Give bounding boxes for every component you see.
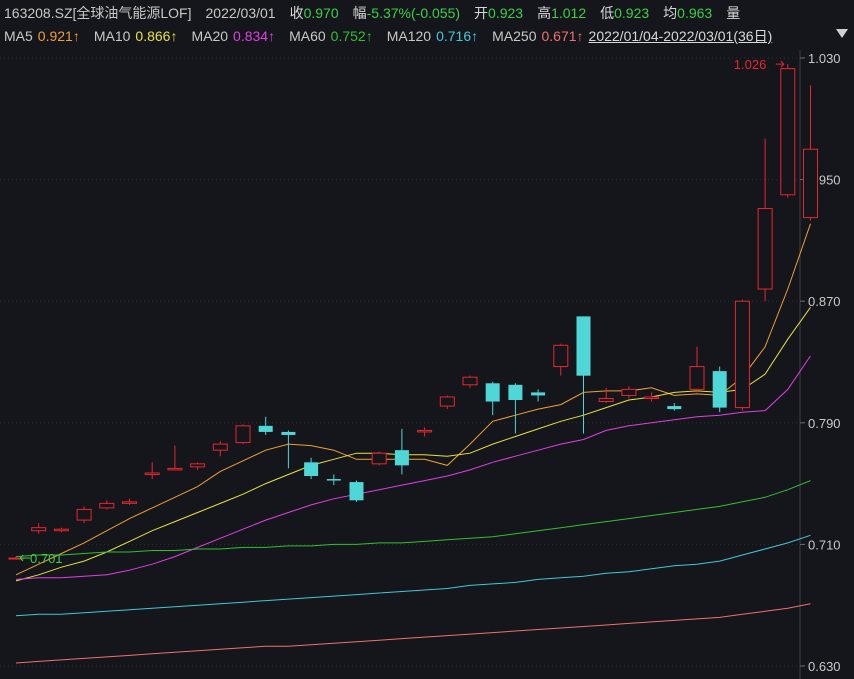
- y-tick-label: 0.870: [808, 294, 841, 309]
- candle: [258, 416, 273, 435]
- candle-body: [235, 425, 251, 444]
- candle: [281, 430, 296, 469]
- candle-body: [508, 384, 523, 400]
- candle-body: [349, 482, 364, 501]
- candle-body: [417, 429, 433, 433]
- ma120-line: [15, 534, 811, 617]
- candle-body: [531, 392, 546, 396]
- candle: [734, 299, 750, 411]
- candle: [780, 64, 796, 198]
- candle-body: [757, 207, 773, 290]
- candle-body: [53, 528, 69, 532]
- candle: [598, 387, 614, 404]
- candle: [212, 441, 228, 457]
- ma60-line: [15, 480, 811, 558]
- candle: [553, 343, 569, 376]
- candle-body: [803, 148, 818, 219]
- candle: [576, 316, 591, 434]
- max-price-label: 1.026: [734, 57, 767, 72]
- ma250-line: [15, 603, 811, 664]
- candle-body: [212, 443, 228, 451]
- y-tick-label: 0.630: [808, 659, 841, 674]
- candle: [349, 480, 364, 502]
- candle-body: [304, 462, 319, 476]
- candle-body: [644, 396, 660, 399]
- candle: [235, 424, 251, 445]
- candlestick-chart: 0.6300.7100.7900.8700.9501.0301.0260.701: [0, 50, 841, 679]
- candle-body: [485, 383, 500, 402]
- candle-body: [553, 344, 569, 368]
- candle-body: [190, 463, 206, 468]
- y-tick-label: 1.030: [808, 51, 841, 66]
- candle-body: [371, 452, 387, 465]
- candle: [689, 346, 705, 393]
- candle: [757, 138, 773, 302]
- candle-body: [99, 502, 115, 509]
- candle: [621, 386, 637, 399]
- candle: [99, 500, 115, 510]
- candle-body: [689, 366, 705, 390]
- candle: [394, 428, 409, 475]
- y-tick-label: 0.710: [808, 537, 841, 552]
- candle-body: [598, 397, 614, 403]
- candle-body: [122, 501, 137, 504]
- candle-body: [621, 388, 637, 396]
- candle-body: [326, 479, 341, 481]
- candle: [76, 506, 92, 524]
- candle: [712, 366, 727, 413]
- ma10-line: [15, 307, 811, 582]
- candle: [31, 523, 47, 534]
- candle: [485, 381, 500, 416]
- candle-body: [734, 300, 750, 409]
- candle: [144, 462, 160, 480]
- candle-body: [258, 425, 273, 432]
- candle-body: [780, 68, 796, 196]
- candle-body: [439, 396, 455, 407]
- candle: [667, 403, 682, 411]
- min-price-label: 0.701: [30, 551, 63, 566]
- candle: [53, 527, 69, 533]
- ma5-line: [15, 223, 811, 576]
- candle-body: [31, 527, 47, 532]
- candle-body: [576, 316, 591, 376]
- candle: [190, 462, 206, 470]
- candle: [304, 457, 319, 480]
- candle: [371, 451, 387, 466]
- candle-body: [281, 431, 296, 435]
- candle: [803, 85, 818, 221]
- candle-body: [394, 450, 409, 466]
- candle: [326, 474, 341, 486]
- candle: [439, 395, 455, 410]
- candle: [508, 383, 523, 434]
- candle-body: [144, 472, 160, 475]
- candle: [167, 445, 183, 471]
- candle-body: [712, 371, 727, 408]
- candle-body: [76, 508, 92, 521]
- candle-body: [667, 406, 682, 410]
- candle: [531, 389, 546, 402]
- candle-body: [462, 376, 478, 386]
- candle: [462, 375, 478, 388]
- candle-body: [167, 467, 183, 471]
- candle: [122, 498, 137, 505]
- candle: [417, 427, 433, 437]
- candle: [644, 392, 660, 402]
- y-tick-label: 0.790: [808, 416, 841, 431]
